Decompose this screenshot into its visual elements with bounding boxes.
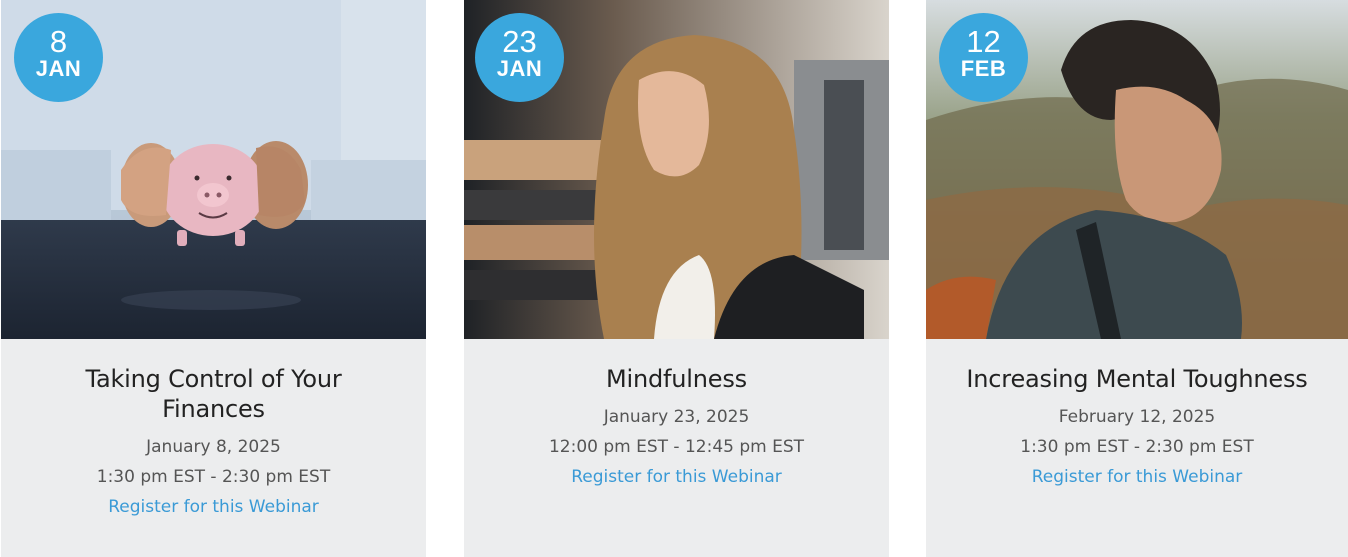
date-badge-month: JAN: [35, 56, 82, 81]
register-link[interactable]: Register for this Webinar: [108, 492, 319, 522]
webinar-time: 1:30 pm EST - 2:30 pm EST: [96, 467, 331, 487]
webinar-card-list: 8 JAN Taking Control of Your Finances Ja…: [0, 0, 1348, 557]
date-badge-day: 23: [502, 24, 537, 59]
webinar-time: 1:30 pm EST - 2:30 pm EST: [1020, 437, 1254, 457]
webinar-date: February 12, 2025: [1058, 407, 1216, 427]
date-badge: 12 FEB: [939, 13, 1028, 102]
webinar-card-finances[interactable]: 8 JAN Taking Control of Your Finances Ja…: [1, 0, 426, 557]
date-badge-day: 12: [966, 24, 1001, 59]
webinar-date: January 23, 2025: [603, 407, 750, 427]
webinar-title[interactable]: Taking Control of Your Finances: [31, 364, 396, 424]
date-badge: 23 JAN: [475, 13, 564, 102]
webinar-date: January 8, 2025: [146, 437, 281, 457]
webinar-info: Increasing Mental Toughness February 12,…: [926, 339, 1348, 492]
webinar-card-mental-toughness[interactable]: 12 FEB Increasing Mental Toughness Febru…: [926, 0, 1348, 557]
register-link[interactable]: Register for this Webinar: [571, 462, 782, 492]
webinar-info: Taking Control of Your Finances January …: [1, 339, 426, 522]
webinar-info: Mindfulness January 23, 2025 12:00 pm ES…: [464, 339, 889, 492]
date-badge: 8 JAN: [14, 13, 103, 102]
date-badge-month: FEB: [960, 56, 1007, 81]
webinar-title[interactable]: Mindfulness: [494, 364, 859, 394]
webinar-title[interactable]: Increasing Mental Toughness: [956, 364, 1318, 394]
date-badge-day: 8: [49, 24, 68, 59]
date-badge-month: JAN: [496, 56, 543, 81]
register-link[interactable]: Register for this Webinar: [1032, 462, 1243, 492]
webinar-card-mindfulness[interactable]: 23 JAN Mindfulness January 23, 2025 12:0…: [464, 0, 889, 557]
webinar-time: 12:00 pm EST - 12:45 pm EST: [548, 437, 805, 457]
